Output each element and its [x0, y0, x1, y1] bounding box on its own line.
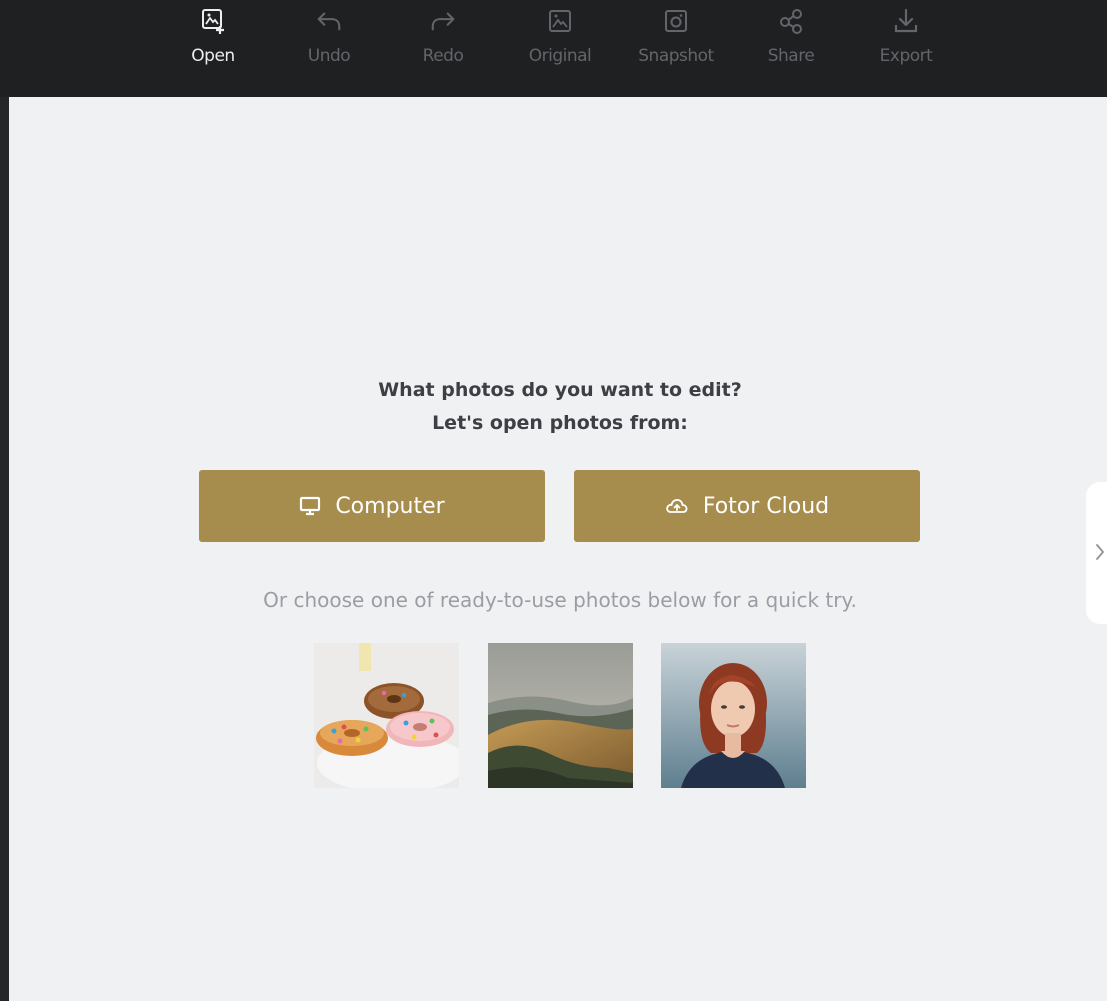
- cloud-upload-icon: [665, 495, 689, 517]
- original-button[interactable]: Original: [510, 4, 610, 84]
- monitor-icon: [299, 495, 321, 517]
- landscape-photo: [488, 643, 633, 788]
- chevron-right-icon: [1094, 540, 1106, 568]
- sample-photo-portrait[interactable]: [661, 643, 806, 788]
- portrait-photo: [661, 643, 806, 788]
- prompt-title: What photos do you want to edit?: [378, 379, 742, 401]
- download-icon: [892, 4, 920, 38]
- prompt-subtitle: Let's open photos from:: [432, 412, 688, 434]
- donuts-photo: [314, 643, 459, 788]
- redo-icon: [429, 4, 457, 38]
- share-button[interactable]: Share: [741, 4, 841, 84]
- fotor-cloud-button-label: Fotor Cloud: [702, 493, 830, 519]
- side-panel-toggle[interactable]: [1086, 482, 1107, 624]
- image-add-icon: [199, 4, 227, 38]
- export-button[interactable]: Export: [856, 4, 956, 84]
- left-panel-edge: [0, 0, 9, 1001]
- open-from-fotor-cloud-button[interactable]: Fotor Cloud: [574, 470, 920, 542]
- undo-button[interactable]: Undo: [279, 4, 379, 84]
- snapshot-icon: [662, 4, 690, 38]
- snapshot-label: Snapshot: [638, 46, 714, 66]
- share-label: Share: [767, 46, 815, 66]
- redo-button[interactable]: Redo: [393, 4, 493, 84]
- redo-label: Redo: [422, 46, 464, 66]
- undo-label: Undo: [307, 46, 351, 66]
- original-label: Original: [528, 46, 592, 66]
- image-icon: [546, 4, 574, 38]
- undo-icon: [315, 4, 343, 38]
- export-label: Export: [879, 46, 933, 66]
- quick-try-hint: Or choose one of ready-to-use photos bel…: [263, 588, 857, 612]
- share-icon: [777, 4, 805, 38]
- sample-photo-donuts[interactable]: [314, 643, 459, 788]
- computer-button-label: Computer: [335, 493, 445, 519]
- open-from-computer-button[interactable]: Computer: [199, 470, 545, 542]
- open-button[interactable]: Open: [163, 4, 263, 84]
- open-label: Open: [191, 46, 235, 66]
- snapshot-button[interactable]: Snapshot: [626, 4, 726, 84]
- top-toolbar: Open Undo Redo Original Snapshot Share E…: [0, 0, 1107, 97]
- sample-photo-landscape[interactable]: [488, 643, 633, 788]
